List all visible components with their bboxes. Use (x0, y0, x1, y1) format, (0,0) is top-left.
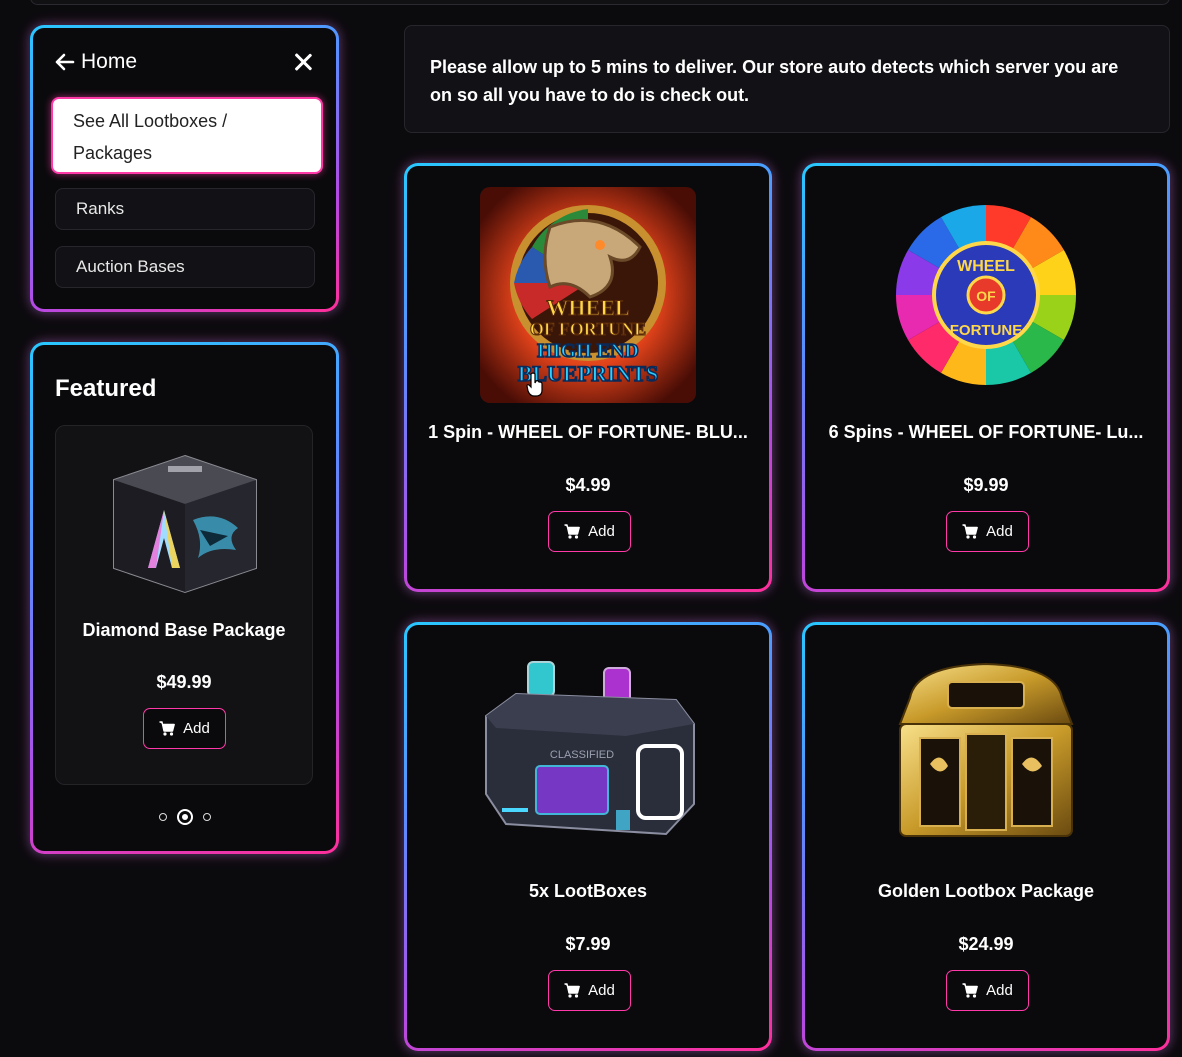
wheel-title-text: WHEEL (546, 295, 629, 320)
carousel-dot-active[interactable] (176, 809, 193, 825)
cart-icon (564, 983, 581, 998)
nav-item-auction-bases[interactable]: Auction Bases (55, 246, 315, 288)
product-image-golden-lootbox (805, 645, 1167, 863)
featured-panel: Featured Diamond Base Package $49.99 Add (30, 342, 339, 854)
hand-cursor-icon (526, 372, 543, 397)
add-to-cart-button[interactable]: Add (946, 970, 1029, 1011)
product-price: $4.99 (565, 475, 611, 495)
delivery-notice: Please allow up to 5 mins to deliver. Ou… (404, 25, 1170, 133)
product-price: $9.99 (963, 475, 1009, 495)
nav-item-all-lootboxes[interactable]: See All Lootboxes / Packages (51, 97, 323, 174)
product-name: 6 Spins - WHEEL OF FORTUNE- Lu... (828, 422, 1144, 442)
featured-title: Featured (55, 375, 157, 402)
arrow-left-icon (55, 53, 75, 71)
cart-icon (564, 524, 581, 539)
add-to-cart-button[interactable]: Add (548, 970, 631, 1011)
product-card[interactable]: Golden Lootbox Package $24.99 Add (802, 622, 1170, 1051)
product-name: Diamond Base Package (82, 620, 286, 640)
nav-item-label: Ranks (76, 199, 125, 218)
product-price: $49.99 (156, 672, 212, 692)
add-to-cart-button[interactable]: Add (946, 511, 1029, 552)
cart-icon (962, 524, 979, 539)
classified-text: CLASSIFIED (550, 749, 614, 761)
nav-header: Home (55, 50, 314, 74)
add-to-cart-button[interactable]: Add (143, 708, 226, 749)
product-image-diamond-base (108, 450, 262, 601)
add-to-cart-button[interactable]: Add (548, 511, 631, 552)
product-price: $24.99 (958, 934, 1014, 954)
of-text: OF (976, 288, 996, 304)
product-price: $7.99 (565, 934, 611, 954)
nav-item-ranks[interactable]: Ranks (55, 188, 315, 230)
product-image-5x-lootboxes: CLASSIFIED (407, 645, 769, 863)
nav-item-label: Auction Bases (76, 257, 185, 276)
product-image-wheel-of-fortune: WHEEL OF FORTUNE (805, 186, 1167, 404)
product-card[interactable]: CLASSIFIED 5x LootBoxes $7.99 Add (404, 622, 772, 1051)
cart-icon (962, 983, 979, 998)
product-name: 5x LootBoxes (528, 881, 648, 901)
home-link[interactable]: Home (55, 50, 137, 74)
nav-item-label: See All Lootboxes / Packages (73, 111, 228, 163)
add-label: Add (986, 982, 1013, 999)
product-image-wheel-blueprints: WHEEL OF FORTUNE HIGH END BLUEPRINTS (407, 186, 769, 404)
carousel-dot[interactable] (202, 813, 211, 821)
fortune-text: FORTUNE (950, 322, 1023, 339)
carousel-dots (33, 809, 336, 825)
home-label: Home (81, 50, 138, 73)
add-label: Add (986, 523, 1013, 540)
category-nav: Home See All Lootboxes / Packages Ranks … (30, 25, 339, 312)
product-card[interactable]: WHEEL OF FORTUNE 6 Spins - WHEEL OF FORT… (802, 163, 1170, 592)
add-label: Add (183, 720, 210, 737)
cart-icon (159, 721, 176, 736)
top-bar (30, 0, 1170, 5)
add-label: Add (588, 982, 615, 999)
high-end-text: HIGH END (537, 340, 639, 362)
product-name: Golden Lootbox Package (877, 881, 1095, 901)
featured-product-card[interactable]: Diamond Base Package $49.99 Add (55, 425, 313, 785)
add-label: Add (588, 523, 615, 540)
wheel-subtitle-text: OF FORTUNE (530, 319, 646, 339)
product-card[interactable]: WHEEL OF FORTUNE HIGH END BLUEPRINTS 1 S… (404, 163, 772, 592)
carousel-dot[interactable] (158, 813, 167, 821)
wheel-text: WHEEL (957, 258, 1015, 275)
product-name: 1 Spin - WHEEL OF FORTUNE- BLU... (428, 422, 748, 442)
close-icon[interactable] (292, 51, 314, 73)
